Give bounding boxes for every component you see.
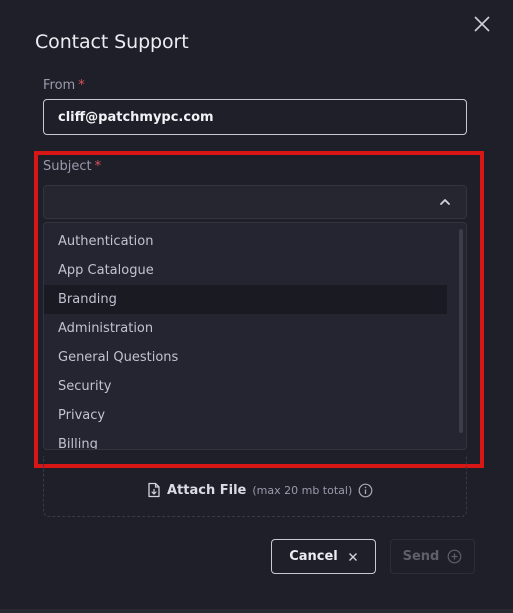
from-field[interactable]: cliff@patchmypc.com [43, 99, 467, 135]
subject-label: Subject * [43, 159, 101, 174]
dropdown-option-branding[interactable]: Branding [44, 285, 447, 314]
dialog-bottom-edge [0, 609, 513, 613]
dropdown-option-administration[interactable]: Administration [44, 314, 447, 343]
attach-row: Attach File (max 20 mb total) [147, 481, 373, 499]
dropdown-scrollbar[interactable] [459, 229, 463, 433]
chevron-up-icon [440, 199, 450, 205]
from-label: From * [43, 78, 85, 93]
contact-support-dialog: Contact Support From * cliff@patchmypc.co… [0, 0, 513, 613]
dropdown-option-security[interactable]: Security [44, 372, 447, 401]
dropdown-option-authentication[interactable]: Authentication [44, 227, 447, 256]
attach-size-note: (max 20 mb total) [252, 483, 353, 497]
file-icon [148, 482, 160, 498]
attach-file-label: Attach File [167, 482, 247, 498]
plus-circle-icon [447, 549, 462, 564]
subject-select[interactable] [43, 185, 467, 219]
close-button[interactable] [470, 12, 494, 36]
required-mark: * [94, 159, 102, 174]
dropdown-option-general-questions[interactable]: General Questions [44, 343, 447, 372]
from-field-value: cliff@patchmypc.com [58, 109, 214, 125]
dropdown-option-billing[interactable]: Billing [44, 430, 447, 449]
subject-label-text: Subject [43, 159, 92, 174]
attach-file-button[interactable]: Attach File [147, 482, 246, 498]
x-icon [348, 552, 357, 561]
cancel-button[interactable]: Cancel [271, 539, 376, 574]
from-label-text: From [43, 78, 76, 93]
info-icon[interactable] [358, 483, 373, 498]
dropdown-option-app-catalogue[interactable]: App Catalogue [44, 256, 447, 285]
dialog-title: Contact Support [35, 31, 189, 53]
cancel-label: Cancel [289, 549, 338, 564]
send-button[interactable]: Send [390, 539, 475, 574]
dropdown-option-privacy[interactable]: Privacy [44, 401, 447, 430]
subject-dropdown[interactable]: Authentication App Catalogue Branding Ad… [43, 222, 467, 450]
send-label: Send [402, 549, 440, 564]
close-icon [474, 16, 490, 32]
required-mark: * [78, 78, 85, 93]
